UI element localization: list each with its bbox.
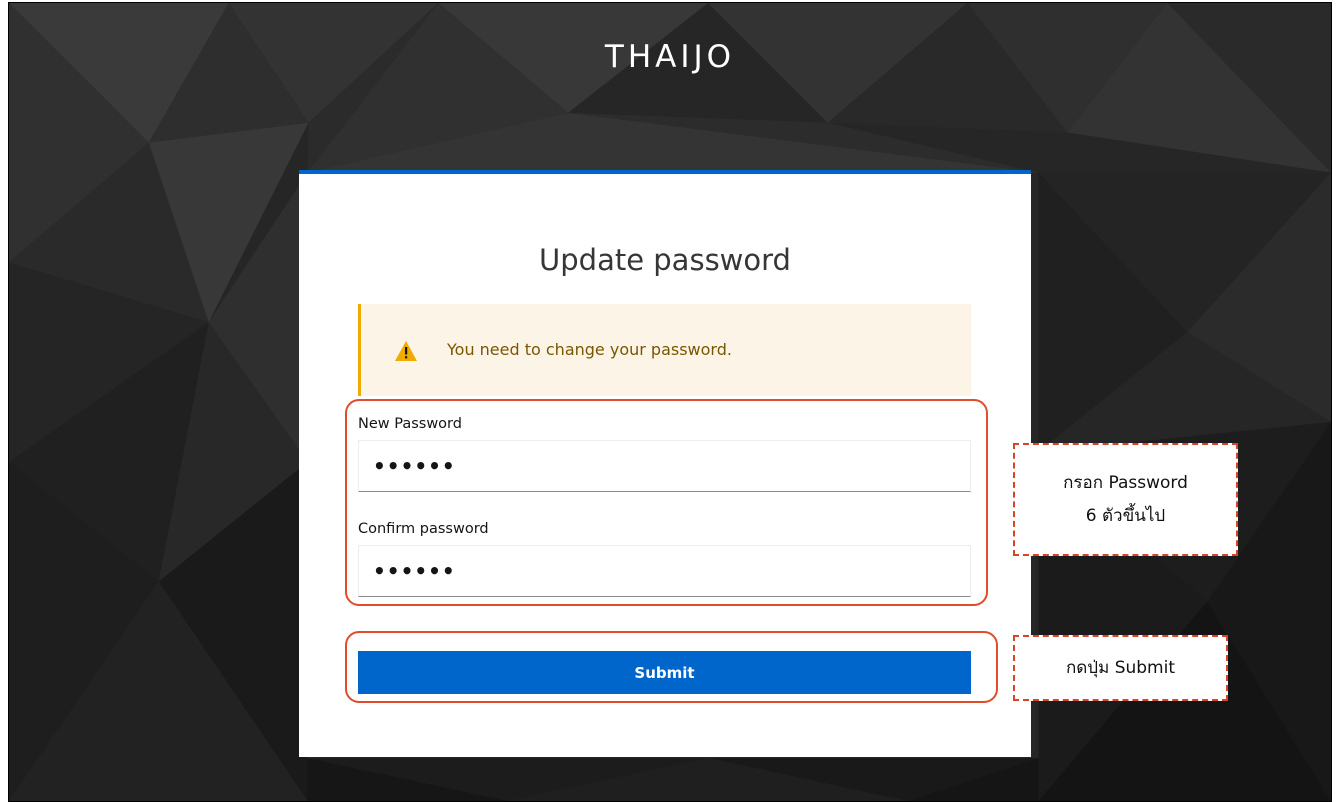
password-rule-note: กรอก Password 6 ตัวขึ้นไป — [1013, 443, 1238, 556]
password-rule-note-line1: กรอก Password — [1063, 473, 1188, 494]
brand-logo-text: THAIJO — [604, 39, 736, 75]
submit-button-highlight — [345, 631, 998, 703]
password-rule-note-line2: 6 ตัวขึ้นไป — [1085, 505, 1166, 526]
warning-alert: You need to change your password. — [358, 304, 971, 396]
warning-triangle-icon — [395, 341, 417, 361]
submit-note: กดปุ่ม Submit — [1013, 635, 1228, 701]
submit-note-text: กดปุ่ม Submit — [1065, 657, 1176, 678]
password-fields-highlight — [345, 399, 988, 606]
page-title: Update password — [539, 243, 791, 278]
alert-message: You need to change your password. — [447, 340, 732, 359]
